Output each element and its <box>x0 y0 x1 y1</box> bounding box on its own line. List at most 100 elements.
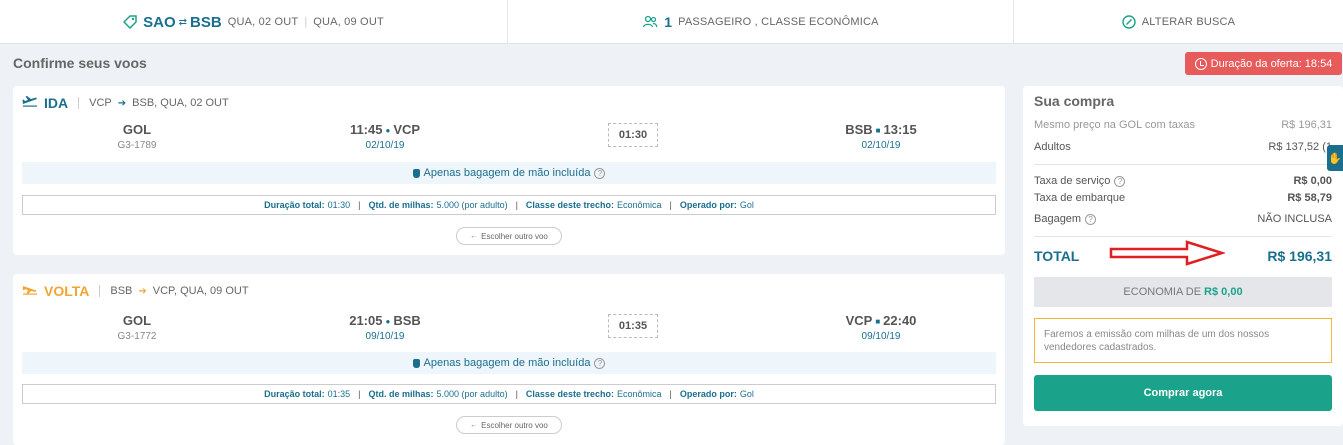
route-from: VCP <box>89 97 112 109</box>
route-summary: SAO ⇄ BSB QUA, 02 OUT | QUA, 09 OUT <box>0 0 508 44</box>
flight-code: G3-1772 <box>117 331 157 342</box>
arrival-date: 09/10/19 <box>861 331 901 342</box>
adults-label: Adultos <box>1034 141 1071 153</box>
dot-icon: ■ <box>875 126 881 136</box>
departure-date: 09/10/19 <box>365 331 405 342</box>
edit-circle-icon <box>1122 15 1136 29</box>
details-miles-value: 5.000 (por adulto) <box>436 389 508 399</box>
flight-duration: 01:30 <box>608 123 658 147</box>
boarding-fee-row: Taxa de embarque R$ 58,79 <box>1034 192 1332 204</box>
change-search-label: ALTERAR BUSCA <box>1141 16 1236 28</box>
boarding-fee-value: R$ 58,79 <box>1287 192 1332 204</box>
adults-value: R$ 137,52 (1 <box>1268 141 1332 153</box>
flight-details-bar: Duração total: 01:30 | Qtd. de milhas: 5.0… <box>22 195 996 215</box>
help-icon[interactable]: ? <box>594 167 606 179</box>
flight-duration: 01:35 <box>608 314 658 338</box>
total-value: R$ 196,31 <box>1267 248 1332 264</box>
details-duration-label: Duração total: <box>264 389 325 399</box>
service-fee-value: R$ 0,00 <box>1293 175 1332 187</box>
details-duration-value: 01:35 <box>327 389 351 399</box>
passenger-summary: 1 PASSAGEIRO , CLASSE ECONÔMICA <box>508 0 1014 44</box>
search-summary-bar: SAO ⇄ BSB QUA, 02 OUT | QUA, 09 OUT 1 PA… <box>0 0 1343 44</box>
baggage-info: Apenas bagagem de mão incluída ? <box>22 162 996 184</box>
origin-code: SAO <box>143 13 176 31</box>
arrival-block: BSB ■ 13:15 02/10/19 <box>831 122 931 151</box>
outbound-header: IDA VCP ➔ BSB, QUA, 02 OUT <box>22 94 229 112</box>
route-to: BSB, QUA, 02 OUT <box>132 97 229 109</box>
route-line: BSB ➔ VCP, QUA, 09 OUT <box>99 285 249 297</box>
details-miles-value: 5.000 (por adulto) <box>436 200 508 210</box>
passenger-count: 1 <box>664 14 673 30</box>
choose-other-flight-button[interactable]: ← Escolher outro voo <box>456 416 562 434</box>
departure-date: 02/10/19 <box>365 140 405 151</box>
details-operator-label: Operado por: <box>679 200 737 210</box>
savings-value: R$ 0,00 <box>1204 286 1243 298</box>
dep-time-text: 11:45 <box>349 122 383 137</box>
offer-timer-badge: Duração da oferta: 18:54 <box>1185 52 1342 75</box>
help-icon[interactable]: ? <box>1114 176 1126 187</box>
offer-timer-text: Duração da oferta: 18:54 <box>1210 57 1333 70</box>
same-price-row: Mesmo preço na GOL com taxas R$ 196,31 <box>1034 119 1332 131</box>
help-icon[interactable]: ? <box>1085 214 1097 225</box>
divider: | <box>358 389 361 399</box>
flight-details-bar: Duração total: 01:35 | Qtd. de milhas: 5.0… <box>22 384 996 404</box>
airline-name: GOL <box>122 122 152 137</box>
departure-time: 21:05 ● BSB <box>335 313 435 328</box>
summary-divider <box>1034 164 1332 165</box>
bag-icon <box>412 358 420 368</box>
buy-now-button[interactable]: Comprar agora <box>1034 375 1332 411</box>
arr-airport-text: BSB <box>845 122 873 137</box>
direction-label: VOLTA <box>44 283 90 299</box>
help-icon[interactable]: ? <box>594 357 606 369</box>
choose-other-flight-label: Escolher outro voo <box>481 420 548 430</box>
summary-divider <box>1034 236 1332 237</box>
details-operator-value: Gol <box>739 200 754 210</box>
departure-block: 21:05 ● BSB 09/10/19 <box>335 313 435 342</box>
divider: | <box>515 389 518 399</box>
details-operator-value: Gol <box>739 389 754 399</box>
depart-date: QUA, 02 OUT <box>227 16 299 28</box>
total-label: TOTAL <box>1034 248 1080 264</box>
adults-row: Adultos R$ 137,52 (1 <box>1034 141 1332 153</box>
airline-name: GOL <box>122 313 152 328</box>
dep-time-text: 21:05 <box>349 313 383 328</box>
purchase-summary-panel: Sua compra Mesmo preço na GOL com taxas … <box>1023 86 1343 426</box>
baggage-label-text: Bagagem <box>1034 213 1082 225</box>
bag-icon <box>412 168 420 178</box>
details-miles-label: Qtd. de milhas: <box>368 200 434 210</box>
choose-other-flight-button[interactable]: ← Escolher outro voo <box>456 227 562 245</box>
dot-icon: ● <box>385 126 391 136</box>
passenger-class: PASSAGEIRO , CLASSE ECONÔMICA <box>678 16 879 28</box>
savings-label: ECONOMIA DE <box>1123 286 1202 298</box>
service-fee-row: Taxa de serviço? R$ 0,00 <box>1034 175 1332 187</box>
return-date: QUA, 09 OUT <box>313 16 384 28</box>
return-flight-card: VOLTA BSB ➔ VCP, QUA, 09 OUT GOL G3-1772… <box>13 274 1005 445</box>
arrival-time: VCP ■ 22:40 <box>831 313 931 328</box>
departure-block: 11:45 ● VCP 02/10/19 <box>335 122 435 151</box>
details-class-label: Classe deste trecho: <box>525 389 614 399</box>
same-price-value: R$ 196,31 <box>1281 119 1332 131</box>
baggage-info: Apenas bagagem de mão incluída ? <box>22 352 996 374</box>
swap-arrows-icon: ⇄ <box>178 16 188 28</box>
accessibility-hand-icon[interactable]: ✋ <box>1327 145 1343 171</box>
outbound-flight-card: IDA VCP ➔ BSB, QUA, 02 OUT GOL G3-1789 1… <box>13 86 1005 255</box>
route-line: VCP ➔ BSB, QUA, 02 OUT <box>78 97 229 109</box>
direction-label: IDA <box>44 95 69 111</box>
same-price-label: Mesmo preço na GOL com taxas <box>1034 119 1195 131</box>
baggage-text: Apenas bagagem de mão incluída <box>423 357 591 369</box>
airline-block: GOL G3-1789 <box>117 122 157 151</box>
departure-time: 11:45 ● VCP <box>335 122 435 137</box>
details-miles-label: Qtd. de milhas: <box>368 389 434 399</box>
change-search-button[interactable]: ALTERAR BUSCA <box>1014 0 1343 44</box>
divider: | <box>358 200 361 210</box>
boarding-fee-label: Taxa de embarque <box>1034 192 1126 204</box>
dep-airport-text: VCP <box>393 122 421 137</box>
route-from: BSB <box>110 285 133 297</box>
divider: | <box>669 200 672 210</box>
savings-box: ECONOMIA DE R$ 0,00 <box>1034 277 1332 307</box>
destination-code: BSB <box>190 13 222 31</box>
plane-takeoff-icon <box>22 94 38 112</box>
divider: | <box>669 389 672 399</box>
page-title: Confirme seus voos <box>13 55 147 71</box>
return-header: VOLTA BSB ➔ VCP, QUA, 09 OUT <box>22 282 249 300</box>
